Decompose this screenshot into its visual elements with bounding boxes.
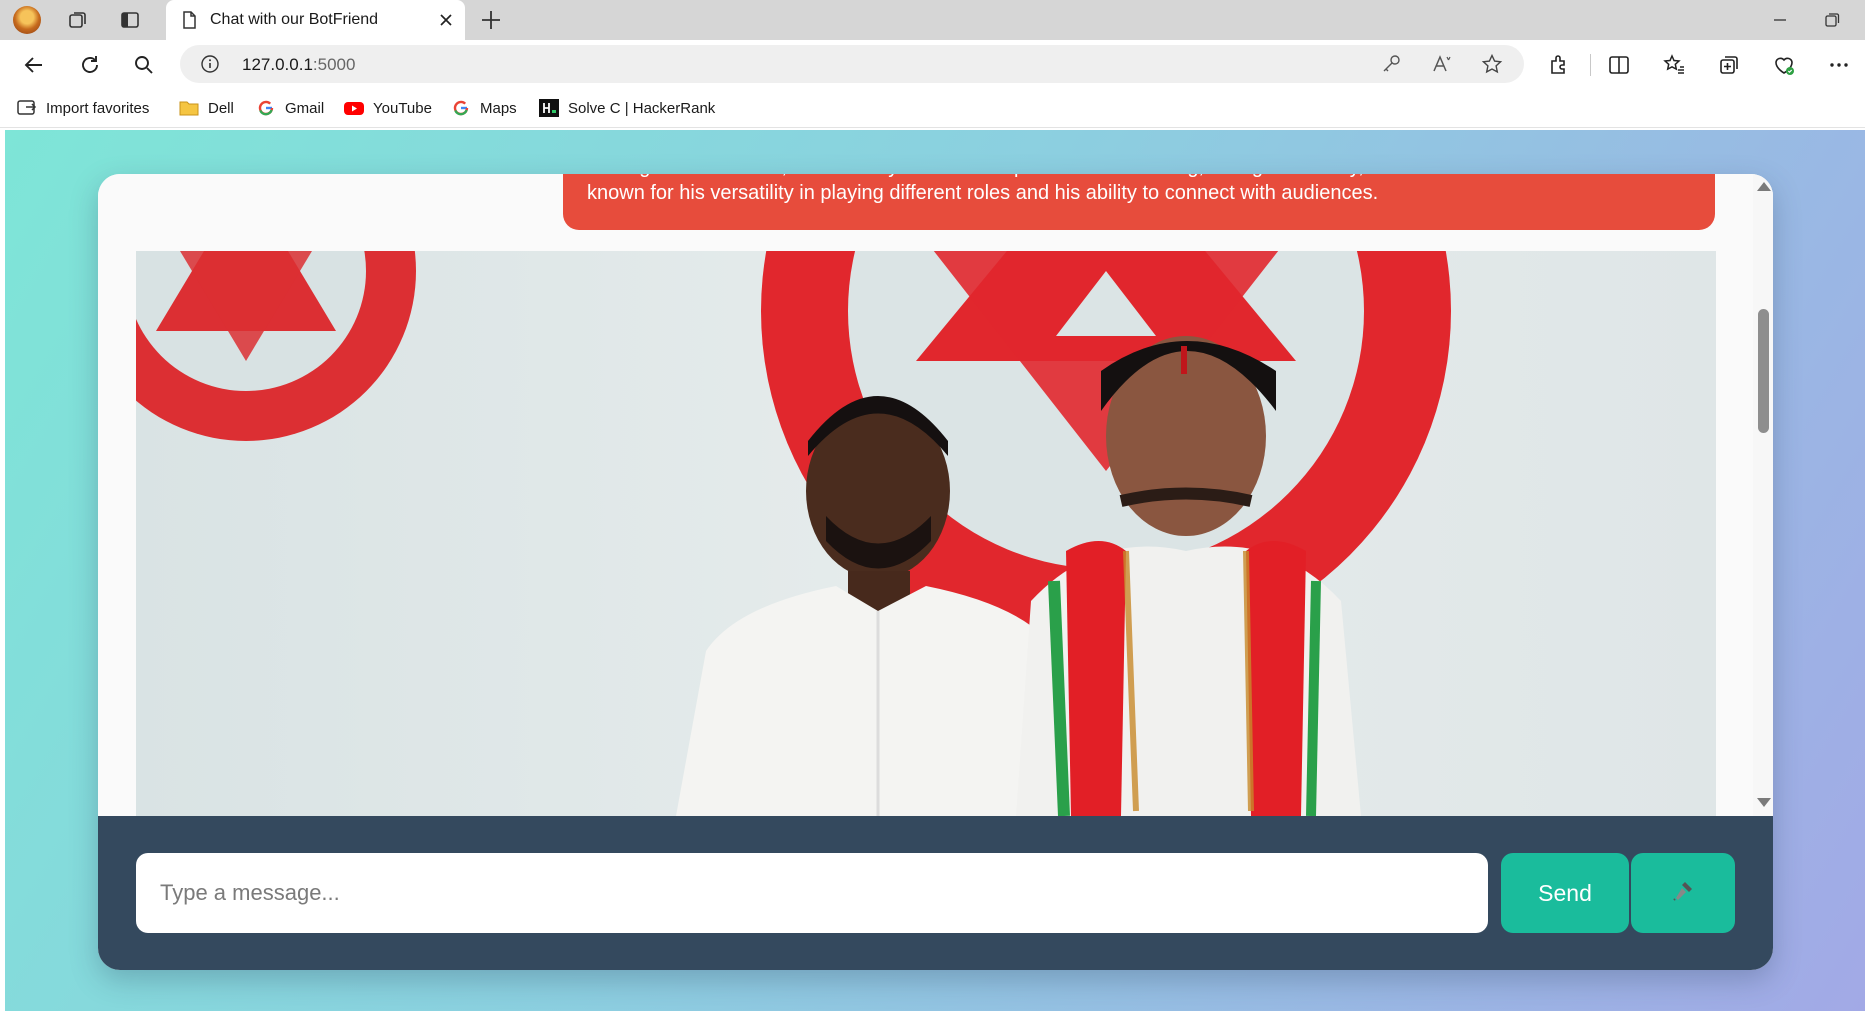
new-tab-icon[interactable]: [478, 7, 504, 33]
favorite-import[interactable]: Import favorites: [16, 96, 149, 120]
split-screen-icon[interactable]: [1606, 52, 1632, 78]
restore-icon[interactable]: [1820, 8, 1844, 32]
bot-message: Throughout his career, Pawan Kalyan has …: [563, 174, 1715, 230]
message-composer: Send: [98, 816, 1773, 970]
scroll-up-arrow-icon[interactable]: [1757, 182, 1771, 191]
chat-messages[interactable]: Throughout his career, Pawan Kalyan has …: [98, 174, 1773, 816]
workspaces-icon[interactable]: [66, 8, 90, 32]
favorite-hackerrank[interactable]: Solve C | HackerRank: [538, 96, 715, 120]
password-key-icon[interactable]: [1380, 53, 1402, 75]
favorite-label: Dell: [208, 99, 234, 117]
google-icon: [255, 97, 277, 119]
collections-icon[interactable]: [1716, 52, 1742, 78]
favorite-label: Gmail: [285, 99, 325, 117]
close-tab-icon[interactable]: [434, 8, 458, 32]
favorite-label: Solve C | HackerRank: [568, 99, 716, 117]
extensions-icon[interactable]: [1546, 52, 1572, 78]
favorite-label: Import favorites: [46, 99, 150, 117]
chat-photo: [136, 251, 1716, 816]
messages-scrollbar[interactable]: [1753, 174, 1773, 816]
message-input[interactable]: [136, 853, 1488, 933]
favorite-youtube[interactable]: YouTube: [343, 96, 432, 120]
scroll-down-arrow-icon[interactable]: [1757, 798, 1771, 807]
search-icon[interactable]: [131, 52, 157, 78]
favorites-icon[interactable]: [1661, 52, 1687, 78]
url-host: 127.0.0.1: [242, 55, 313, 74]
favorite-label: Maps: [480, 99, 517, 117]
microphone-icon: [1671, 879, 1695, 908]
more-options-icon[interactable]: [1826, 52, 1852, 78]
hackerrank-icon: [538, 97, 560, 119]
favorite-gmail[interactable]: Gmail: [255, 96, 324, 120]
favorite-maps[interactable]: Maps: [450, 96, 517, 120]
refresh-icon[interactable]: [77, 52, 103, 78]
mic-button[interactable]: [1631, 853, 1735, 933]
site-info-icon[interactable]: [200, 54, 220, 74]
profile-avatar[interactable]: [13, 6, 41, 34]
tab-actions-icon[interactable]: [118, 8, 142, 32]
tab-title: Chat with our BotFriend: [210, 11, 379, 28]
browser-essentials-icon[interactable]: [1771, 52, 1797, 78]
favorite-star-icon[interactable]: [1481, 53, 1503, 75]
favorite-label: YouTube: [373, 99, 432, 117]
favorite-dell[interactable]: Dell: [178, 96, 234, 120]
folder-icon: [178, 97, 200, 119]
photo-illustration: [136, 251, 1716, 816]
back-icon[interactable]: [21, 52, 47, 78]
minimize-icon[interactable]: [1768, 8, 1792, 32]
url-text[interactable]: 127.0.0.1:5000: [242, 55, 355, 75]
url-port: :5000: [312, 55, 356, 74]
youtube-icon: [343, 97, 365, 119]
import-icon: [16, 97, 38, 119]
tab-strip: Chat with our BotFriend: [0, 0, 1865, 40]
browser-toolbar: 127.0.0.1:5000: [0, 40, 1865, 88]
favorites-bar: Import favorites Dell Gmail YouTube Maps…: [0, 88, 1865, 128]
google-icon: [450, 97, 472, 119]
page-icon: [179, 10, 199, 30]
active-tab[interactable]: Chat with our BotFriend: [166, 0, 465, 40]
toolbar-divider: [1590, 54, 1591, 76]
read-aloud-icon[interactable]: [1431, 53, 1453, 75]
send-button[interactable]: Send: [1501, 853, 1629, 933]
address-bar[interactable]: 127.0.0.1:5000: [180, 45, 1524, 83]
page-background: Throughout his career, Pawan Kalyan has …: [5, 130, 1865, 1011]
chat-container: Throughout his career, Pawan Kalyan has …: [98, 174, 1773, 970]
scrollbar-thumb[interactable]: [1758, 309, 1769, 433]
